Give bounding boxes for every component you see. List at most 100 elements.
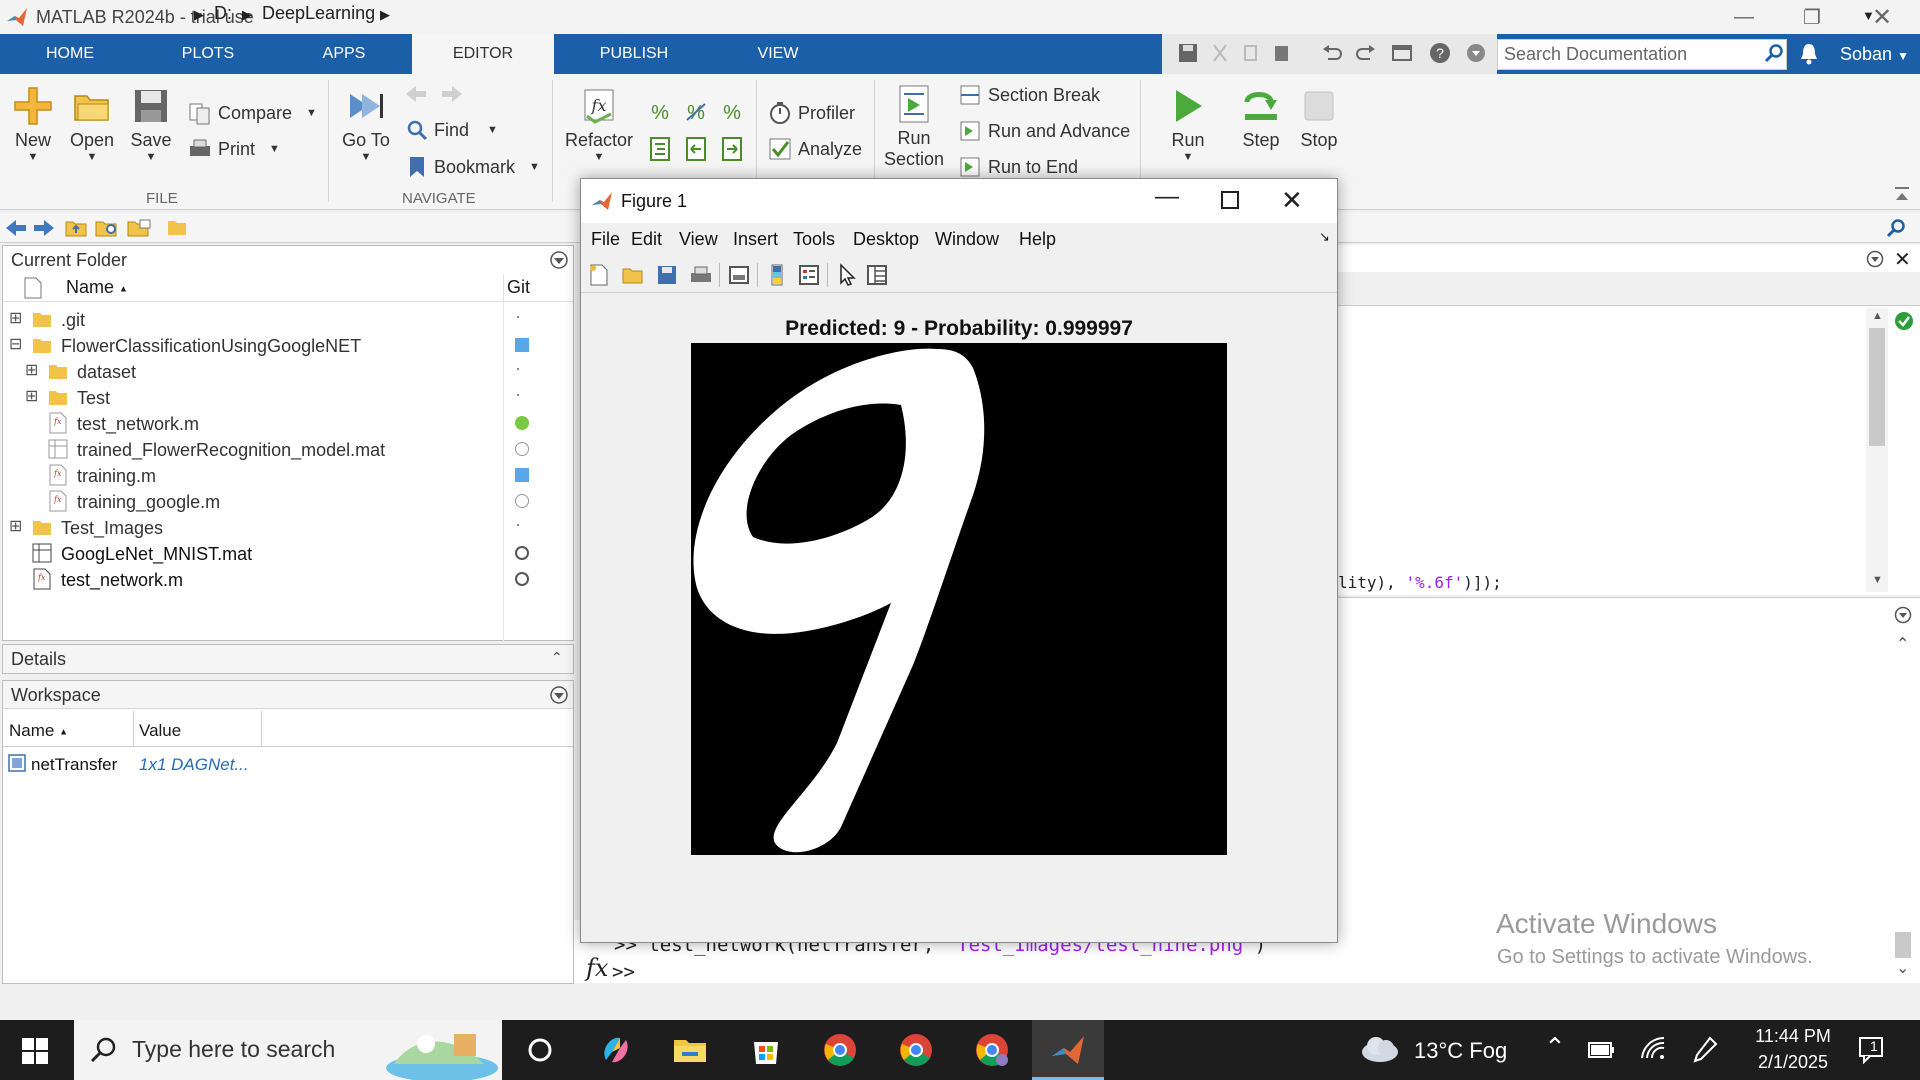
tab-apps[interactable]: APPS (296, 34, 392, 74)
open-button[interactable]: Open ▼ (68, 86, 116, 163)
find-button[interactable]: Find ▼ (406, 119, 498, 141)
insert-legend-icon[interactable] (797, 263, 821, 287)
switch-windows-icon[interactable] (1390, 41, 1414, 65)
list-item[interactable]: fx training.m (3, 464, 563, 490)
windows-start-icon[interactable] (22, 1038, 48, 1064)
user-menu[interactable]: Soban ▼ (1840, 34, 1909, 74)
print-figure-icon[interactable] (689, 263, 713, 287)
chevron-up-icon[interactable]: ⌃ (551, 649, 563, 666)
comment-icon[interactable]: % (648, 100, 672, 124)
clock-date[interactable]: 2/1/2025 (1750, 1052, 1836, 1073)
wifi-icon[interactable] (1640, 1036, 1666, 1062)
tab-home[interactable]: HOME (22, 34, 118, 74)
paste-icon[interactable] (1270, 41, 1294, 65)
breadcrumb-drive[interactable]: D: (214, 3, 232, 24)
print-button[interactable]: Print ▼ (188, 137, 280, 161)
expand-icon[interactable]: ⊞ (25, 360, 38, 380)
chrome-profile-icon[interactable] (898, 1032, 934, 1068)
save-button[interactable]: Save ▼ (128, 86, 174, 163)
menu-file[interactable]: File (591, 229, 620, 250)
matlab-taskbar-button[interactable] (1032, 1020, 1104, 1080)
menu-tools[interactable]: Tools (793, 229, 835, 250)
nav-back-icon[interactable] (4, 218, 28, 238)
file-explorer-icon[interactable] (672, 1032, 708, 1068)
folder-icon[interactable] (126, 216, 152, 238)
new-figure-icon[interactable] (587, 263, 611, 287)
cut-icon[interactable] (1208, 41, 1232, 65)
clock-time[interactable]: 11:44 PM (1750, 1026, 1836, 1047)
run-and-advance-button[interactable]: Run and Advance (958, 120, 1130, 142)
list-item[interactable]: fx test_network.m (3, 412, 563, 438)
save-figure-icon[interactable] (655, 263, 679, 287)
redo-icon[interactable] (1354, 41, 1378, 65)
column-git[interactable]: Git (507, 277, 530, 298)
browse-folder-icon[interactable] (94, 216, 120, 238)
customize-toolbar-icon[interactable] (1464, 41, 1488, 65)
save-quick-icon[interactable] (1176, 41, 1200, 65)
run-to-end-button[interactable]: Run to End (958, 156, 1078, 178)
up-folder-icon[interactable] (64, 216, 88, 238)
weather-cloud-icon[interactable] (1360, 1034, 1400, 1064)
menu-window[interactable]: Window (935, 229, 999, 250)
minimize-button[interactable]: — (1710, 0, 1778, 34)
list-item[interactable]: fx test_network.m (3, 568, 563, 594)
list-item[interactable]: GoogLeNet_MNIST.mat (3, 542, 563, 568)
edit-plot-cursor-icon[interactable] (835, 263, 859, 287)
battery-icon[interactable] (1588, 1040, 1616, 1060)
search-icon[interactable] (1764, 43, 1784, 63)
close-editor-icon[interactable]: ✕ (1894, 247, 1911, 272)
collapse-ribbon-icon[interactable] (1894, 186, 1910, 202)
goto-button[interactable]: Go To ▼ (338, 86, 394, 163)
restore-button[interactable]: ❐ (1778, 0, 1846, 34)
list-item[interactable]: ⊟ FlowerClassificationUsingGoogleNET (3, 334, 563, 360)
nav-forward-icon[interactable] (32, 218, 56, 238)
analyze-button[interactable]: Analyze (768, 137, 862, 161)
pen-icon[interactable] (1692, 1036, 1718, 1064)
bookmark-button[interactable]: Bookmark ▼ (406, 155, 540, 179)
column-name[interactable]: Name ▲ (66, 277, 128, 298)
cortana-icon[interactable] (522, 1032, 558, 1068)
panel-menu-icon[interactable] (549, 685, 569, 705)
panel-menu-icon[interactable] (549, 250, 569, 270)
compare-button[interactable]: Compare ▼ (188, 101, 317, 125)
figure-close-button[interactable]: ✕ (1281, 185, 1303, 216)
copilot-icon[interactable] (598, 1032, 634, 1068)
run-button[interactable]: Run ▼ (1166, 86, 1210, 163)
list-item[interactable]: ⊞ Test · (3, 384, 563, 412)
open-file-icon[interactable] (621, 263, 645, 287)
profiler-button[interactable]: Profiler (768, 101, 855, 125)
menu-help[interactable]: Help (1019, 229, 1056, 250)
copy-icon[interactable] (1240, 41, 1264, 65)
chrome-icon[interactable] (822, 1032, 858, 1068)
increase-indent-icon[interactable] (720, 136, 744, 162)
section-break-button[interactable]: Section Break (958, 84, 1100, 106)
bell-icon[interactable] (1798, 42, 1820, 66)
close-button[interactable]: ✕ (1848, 0, 1916, 34)
list-item[interactable]: fx training_google.m (3, 490, 563, 516)
property-inspector-icon[interactable] (865, 263, 889, 287)
column-name[interactable]: Name ▲ (9, 721, 68, 741)
list-item[interactable]: ⊞ dataset · (3, 358, 563, 386)
menu-view[interactable]: View (679, 229, 718, 250)
function-browser-icon[interactable]: fx (586, 954, 608, 982)
command-window-menu-icon[interactable] (1894, 606, 1912, 624)
figure-minimize-button[interactable]: — (1155, 183, 1179, 211)
list-item[interactable]: ⊞ .git · (3, 306, 563, 334)
taskbar-search-box[interactable]: Type here to search (74, 1020, 502, 1080)
refactor-button[interactable]: fx Refactor ▼ (562, 86, 636, 163)
menu-desktop[interactable]: Desktop (853, 229, 919, 250)
dock-arrow-icon[interactable]: ↘ (1319, 229, 1330, 245)
run-section-button[interactable]: Run Section (882, 84, 946, 170)
wrap-comments-icon[interactable]: % (720, 100, 744, 124)
menu-insert[interactable]: Insert (733, 229, 778, 250)
editor-menu-icon[interactable] (1866, 250, 1884, 268)
tab-view[interactable]: VIEW (730, 34, 826, 74)
column-value[interactable]: Value (139, 721, 181, 741)
undo-icon[interactable] (1320, 41, 1344, 65)
search-documentation-input[interactable]: Search Documentation (1497, 39, 1787, 70)
figure-maximize-button[interactable] (1221, 191, 1239, 209)
help-icon[interactable]: ? (1428, 41, 1452, 65)
code-analyzer-ok-icon[interactable] (1894, 311, 1914, 331)
back-arrow-icon[interactable] (404, 84, 428, 104)
step-button[interactable]: Step (1238, 86, 1284, 151)
